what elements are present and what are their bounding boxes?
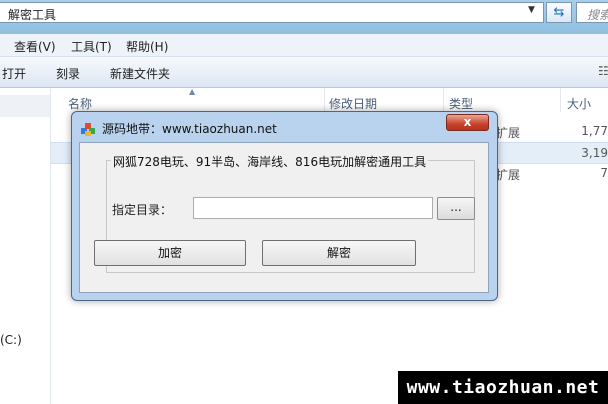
app-icon bbox=[81, 123, 95, 136]
sort-ascending-icon: ▲ bbox=[189, 87, 196, 96]
command-toolbar: 打开 刻录 新建文件夹 ☷ bbox=[0, 57, 608, 88]
drive-c-label[interactable]: (C:) bbox=[0, 333, 22, 347]
search-placeholder: 搜索 bbox=[587, 8, 608, 22]
search-input[interactable]: 搜索 bbox=[576, 2, 608, 23]
watermark-banner: www.tiaozhuan.net bbox=[398, 371, 608, 404]
groupbox-title: 网狐728电玩、91半岛、海岸线、816电玩加解密通用工具 bbox=[111, 153, 429, 170]
column-header: ▲ 名称 修改日期 类型 大小 bbox=[51, 87, 608, 112]
navigation-pane: (C:) bbox=[0, 88, 51, 404]
menu-view[interactable]: 查看(V) bbox=[14, 38, 56, 55]
explorer-title-bar: 解密工具 ▼ ⇆ 搜索 bbox=[0, 0, 608, 34]
decrypt-button[interactable]: 解密 bbox=[262, 240, 416, 266]
view-options-icon[interactable]: ☷ bbox=[598, 64, 608, 78]
menu-tools[interactable]: 工具(T) bbox=[71, 38, 112, 55]
file-type: 扩展 bbox=[496, 168, 521, 182]
dialog-client-area: 网狐728电玩、91半岛、海岸线、816电玩加解密通用工具 指定目录： ... … bbox=[79, 142, 489, 293]
open-button[interactable]: 打开 bbox=[2, 65, 26, 82]
directory-label: 指定目录： bbox=[112, 203, 173, 217]
encrypt-tool-dialog: 源码地带：www.tiaozhuan.net x 网狐728电玩、91半岛、海岸… bbox=[71, 111, 498, 301]
file-type: 扩展 bbox=[496, 126, 521, 140]
directory-input[interactable] bbox=[193, 197, 433, 219]
nav-selected-row[interactable] bbox=[0, 95, 50, 117]
encrypt-button[interactable]: 加密 bbox=[94, 240, 246, 266]
refresh-icon[interactable]: ⇆ bbox=[546, 2, 572, 23]
new-folder-button[interactable]: 新建文件夹 bbox=[110, 65, 170, 82]
column-divider[interactable] bbox=[324, 88, 325, 112]
address-bar[interactable]: 解密工具 ▼ bbox=[0, 2, 544, 23]
column-name[interactable]: 名称 bbox=[68, 95, 92, 112]
browse-button[interactable]: ... bbox=[437, 197, 475, 220]
file-size: 3,19 bbox=[581, 146, 608, 160]
column-type[interactable]: 类型 bbox=[449, 95, 473, 112]
column-size[interactable]: 大小 bbox=[567, 95, 591, 112]
file-size: 1,77 bbox=[581, 124, 608, 138]
column-divider[interactable] bbox=[443, 88, 444, 112]
address-text: 解密工具 bbox=[8, 8, 57, 22]
dialog-title: 源码地带：www.tiaozhuan.net bbox=[102, 122, 277, 136]
menu-help[interactable]: 帮助(H) bbox=[126, 38, 168, 55]
close-button[interactable]: x bbox=[446, 114, 489, 131]
burn-button[interactable]: 刻录 bbox=[56, 65, 80, 82]
menu-bar: 查看(V) 工具(T) 帮助(H) bbox=[0, 34, 608, 57]
file-size: 7 bbox=[600, 166, 608, 180]
tool-groupbox: 网狐728电玩、91半岛、海岸线、816电玩加解密通用工具 指定目录： ... … bbox=[94, 153, 475, 273]
column-modified[interactable]: 修改日期 bbox=[329, 95, 377, 112]
address-dropdown-icon[interactable]: ▼ bbox=[528, 5, 535, 15]
column-divider[interactable] bbox=[560, 88, 561, 112]
